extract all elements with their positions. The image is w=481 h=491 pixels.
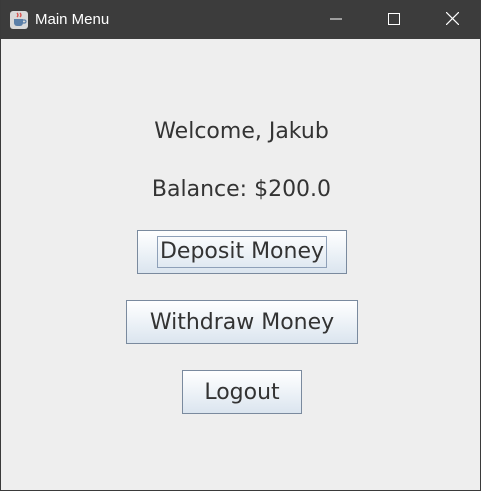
logout-button[interactable]: Logout [182,370,302,414]
minimize-icon [330,10,342,29]
main-menu-window: Main Menu Welcome, Jakub Balance: $200.0… [0,0,481,491]
close-button[interactable] [423,0,481,39]
welcome-label: Welcome, Jakub [154,119,329,144]
minimize-button[interactable] [307,0,365,39]
deposit-money-label: Deposit Money [156,236,328,268]
close-icon [445,10,459,29]
window-title: Main Menu [35,11,110,28]
main-panel: Welcome, Jakub Balance: $200.0 Deposit M… [1,39,481,491]
title-bar[interactable]: Main Menu [1,0,481,39]
maximize-icon [388,10,400,29]
maximize-button[interactable] [365,0,423,39]
balance-label: Balance: $200.0 [151,177,332,202]
java-cup-icon [9,10,29,30]
deposit-money-button[interactable]: Deposit Money [137,230,347,274]
withdraw-money-button[interactable]: Withdraw Money [126,300,358,344]
withdraw-money-label: Withdraw Money [149,309,335,335]
logout-label: Logout [204,379,280,405]
